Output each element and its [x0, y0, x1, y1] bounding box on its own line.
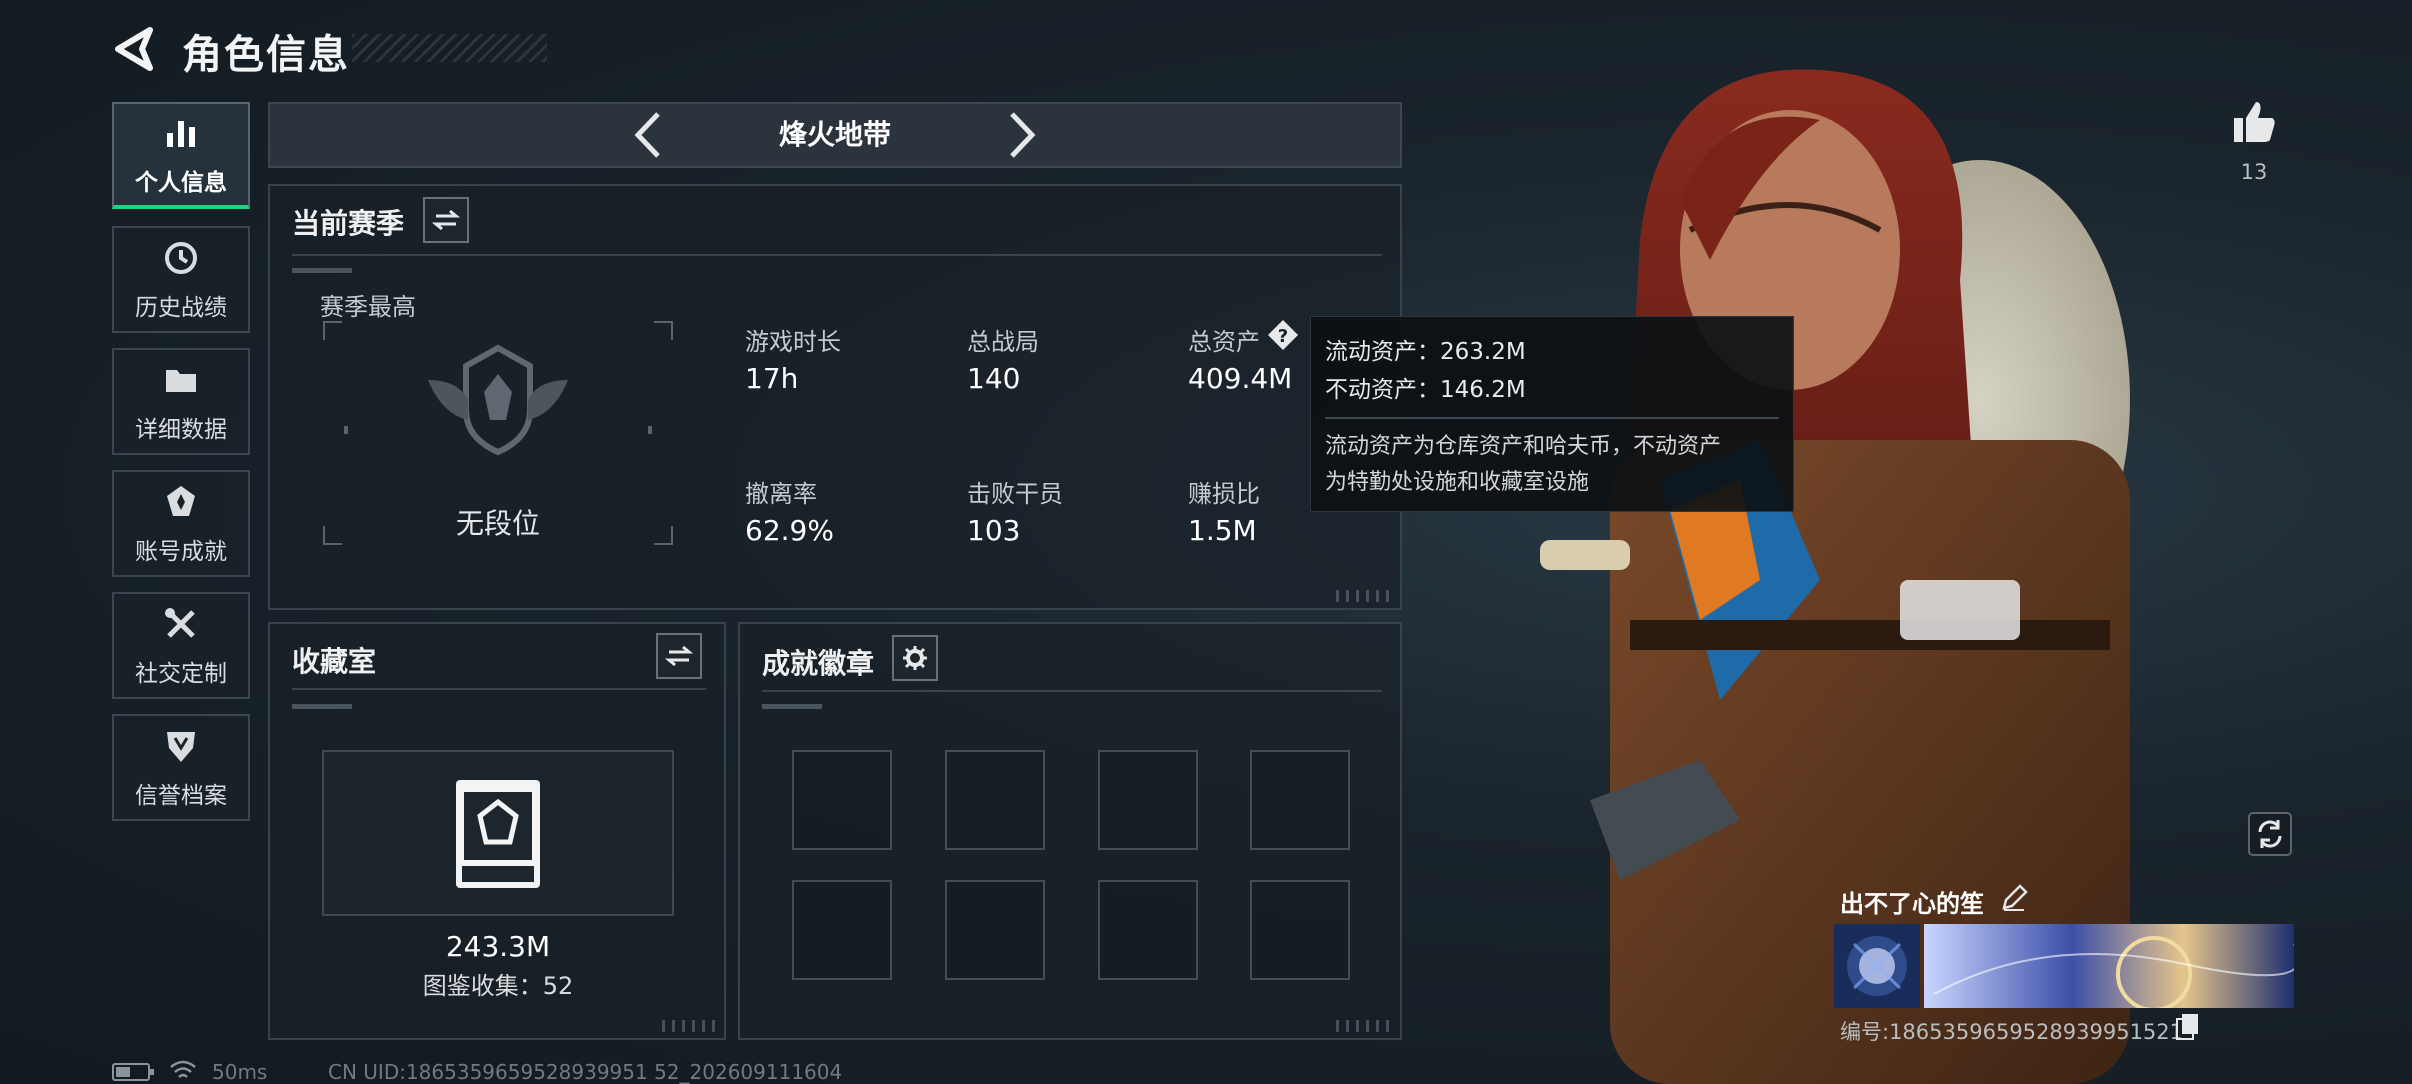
- stat-label-total-matches: 总战局: [967, 328, 1039, 356]
- collection-vault-icon: [456, 780, 540, 888]
- uid-text: CN UID:1865359659528939951 52_2026091116…: [328, 1060, 843, 1084]
- badge-settings-button[interactable]: [892, 635, 938, 681]
- history-clock-icon: [165, 241, 197, 274]
- medal-icon: [167, 485, 195, 516]
- badge-slot[interactable]: [1098, 880, 1198, 980]
- stat-label-extraction-rate: 撤离率: [745, 480, 817, 508]
- divider-dash: [762, 704, 822, 709]
- achievements-title: 成就徽章: [762, 647, 875, 680]
- collection-value: 243.3M: [445, 930, 551, 963]
- divider: [1325, 417, 1779, 419]
- svg-text:?: ?: [1278, 326, 1288, 347]
- swap-icon: [432, 209, 460, 231]
- badge-slot[interactable]: [945, 880, 1045, 980]
- sidebar-item-credit[interactable]: 信誉档案: [112, 714, 250, 821]
- collection-title: 收藏室: [292, 645, 377, 678]
- title-decoration: [352, 34, 547, 62]
- stat-value-profit-ratio: 1.5M: [1188, 514, 1257, 547]
- divider: [762, 690, 1382, 692]
- switch-collection-button[interactable]: [656, 633, 702, 679]
- stat-value-total-matches: 140: [967, 362, 1021, 395]
- sidebar-item-social-custom[interactable]: 社交定制: [112, 592, 250, 699]
- name-card-banner[interactable]: [1924, 924, 2294, 1008]
- badge-slot[interactable]: [1098, 750, 1198, 850]
- like-thumb-icon[interactable]: [2230, 98, 2278, 146]
- folder-icon: [166, 369, 196, 392]
- badge-slot[interactable]: [1250, 880, 1350, 980]
- tools-icon: [165, 607, 195, 638]
- ping-value: 50ms: [212, 1060, 268, 1084]
- tooltip-description-line1: 流动资产为仓库资产和哈夫币，不动资产: [1325, 434, 1722, 459]
- refresh-icon[interactable]: [2248, 812, 2292, 856]
- stat-value-operators-defeated: 103: [967, 514, 1021, 547]
- divider-dash: [292, 268, 352, 273]
- like-count: 13: [2240, 160, 2268, 184]
- sidebar-item-personal-info[interactable]: 个人信息: [112, 102, 250, 209]
- stat-value-total-assets: 409.4M: [1188, 362, 1293, 395]
- stat-label-profit-ratio: 赚损比: [1188, 480, 1260, 508]
- divider-dash: [292, 704, 352, 709]
- player-name: 出不了心的笙: [1840, 890, 1984, 918]
- next-mode-arrow-icon[interactable]: [1006, 110, 1040, 160]
- edit-name-icon[interactable]: [2000, 884, 2028, 912]
- copy-icon[interactable]: [2174, 1012, 2202, 1040]
- sidebar-item-label: 账号成就: [135, 538, 227, 565]
- tooltip-liquid-assets: 流动资产：263.2M: [1325, 339, 1526, 365]
- sidebar-item-achievements[interactable]: 账号成就: [112, 470, 250, 577]
- prev-mode-arrow-icon[interactable]: [630, 110, 664, 160]
- sidebar-item-detailed-data[interactable]: 详细数据: [112, 348, 250, 455]
- catalog-count: 图鉴收集：52: [422, 972, 574, 1000]
- corner-decoration: [1336, 590, 1392, 602]
- divider: [292, 688, 706, 690]
- help-icon[interactable]: ?: [1266, 318, 1300, 352]
- corner-decoration: [662, 1020, 718, 1032]
- badge-slot[interactable]: [945, 750, 1045, 850]
- rank-label: 无段位: [455, 507, 540, 540]
- stat-label-total-assets: 总资产: [1188, 328, 1260, 356]
- switch-season-button[interactable]: [423, 197, 469, 243]
- sidebar-item-label: 信誉档案: [135, 782, 227, 809]
- gear-icon: [903, 646, 927, 670]
- wifi-icon: [170, 1060, 196, 1078]
- sidebar-item-label: 个人信息: [135, 169, 227, 196]
- page-title: 角色信息: [182, 32, 350, 78]
- tooltip-description-line2: 为特勤处设施和收藏室设施: [1325, 470, 1590, 495]
- badge-slot[interactable]: [792, 880, 892, 980]
- swap-icon: [665, 645, 693, 667]
- player-id: 编号:1865359659528939951521: [1840, 1020, 2184, 1044]
- tooltip-fixed-assets: 不动资产：146.2M: [1325, 377, 1526, 403]
- badge-slot[interactable]: [792, 750, 892, 850]
- stat-label-playtime: 游戏时长: [745, 328, 841, 356]
- rank-emblem-icon: [428, 344, 568, 456]
- player-avatar[interactable]: [1834, 924, 1920, 1008]
- stat-value-playtime: 17h: [745, 362, 799, 395]
- shield-icon: [167, 731, 195, 762]
- sidebar-item-label: 详细数据: [135, 416, 227, 443]
- season-title: 当前赛季: [292, 207, 405, 240]
- badge-slot[interactable]: [1250, 750, 1350, 850]
- bar-chart-icon: [167, 120, 195, 147]
- stat-label-operators-defeated: 击败干员: [967, 480, 1063, 508]
- divider: [292, 254, 1382, 256]
- season-best-label: 赛季最高: [320, 293, 416, 321]
- mode-label: 烽火地带: [778, 118, 891, 151]
- sidebar-item-label: 历史战绩: [135, 294, 227, 321]
- battery-icon: [112, 1063, 154, 1081]
- corner-decoration: [1336, 1020, 1392, 1032]
- back-arrow-icon[interactable]: [112, 26, 158, 72]
- sidebar-item-history[interactable]: 历史战绩: [112, 226, 250, 333]
- assets-tooltip: 流动资产：263.2M 不动资产：146.2M 流动资产为仓库资产和哈夫币，不动…: [1310, 316, 1794, 512]
- sidebar-item-label: 社交定制: [135, 660, 227, 687]
- stat-value-extraction-rate: 62.9%: [745, 514, 834, 547]
